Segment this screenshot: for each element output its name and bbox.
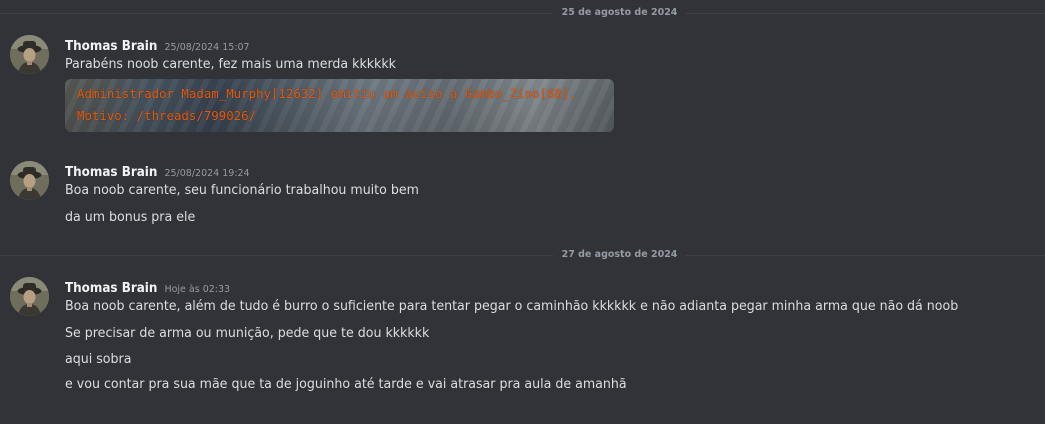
divider-line [686,13,1045,14]
attachment-text: Motivo: /threads/799026/ [77,108,257,123]
date-divider-label: 25 de agosto de 2024 [561,7,678,18]
timestamp[interactable]: Hoje às 02:33 [164,284,230,295]
date-divider-label: 27 de agosto de 2024 [561,249,678,260]
attachment-text: Administrador Madam_Murphy[12632] emitiu… [77,86,577,101]
timestamp[interactable]: 25/08/2024 19:24 [164,168,249,179]
divider-line [0,255,553,256]
username[interactable]: Thomas Brain [65,38,157,56]
message-text: Boa noob carente, seu funcionário trabal… [65,183,419,198]
message-text: Parabéns noob carente, fez mais uma merd… [65,57,396,72]
avatar[interactable] [10,35,49,74]
message-item[interactable]: Thomas Brain 25/08/2024 19:24 Boa noob ca… [0,161,1045,231]
timestamp[interactable]: 25/08/2024 15:07 [164,42,249,53]
divider-line [686,255,1045,256]
message-text: Se precisar de arma ou munição, pede que… [65,326,430,341]
username[interactable]: Thomas Brain [65,164,157,182]
message-header: Thomas Brain 25/08/2024 15:07 [65,35,250,56]
chat-message-list: 25 de agosto de 2024 Thomas Brain 25/08/2… [0,0,1045,424]
date-divider: 25 de agosto de 2024 [0,6,1045,20]
avatar[interactable] [10,277,49,316]
image-attachment[interactable]: Administrador Madam_Murphy[12632] emitiu… [65,79,614,132]
message-text: da um bonus pra ele [65,210,196,225]
message-header: Thomas Brain Hoje às 02:33 [65,277,230,298]
message-text: e vou contar pra sua mãe que ta de jogui… [65,377,627,392]
message-item[interactable]: Thomas Brain 25/08/2024 15:07 Parabéns no… [0,35,1045,135]
message-text: aqui sobra [65,352,132,367]
date-divider: 27 de agosto de 2024 [0,248,1045,262]
message-item[interactable]: Thomas Brain Hoje às 02:33 Boa noob caren… [0,277,1045,407]
username[interactable]: Thomas Brain [65,280,157,298]
divider-line [0,13,553,14]
message-header: Thomas Brain 25/08/2024 19:24 [65,161,250,182]
avatar[interactable] [10,161,49,200]
message-text: Boa noob carente, além de tudo é burro o… [65,299,959,314]
